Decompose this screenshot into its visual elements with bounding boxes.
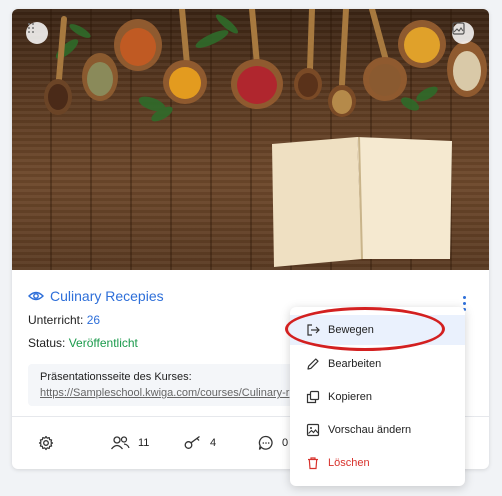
spices-illustration <box>44 9 487 267</box>
users-count: 11 <box>138 436 150 449</box>
menu-item-copy[interactable]: Kopieren <box>290 382 465 412</box>
pencil-icon <box>306 357 320 371</box>
drag-dots-icon <box>28 23 34 33</box>
image-icon <box>306 423 320 437</box>
drag-handle[interactable] <box>26 22 48 44</box>
key-icon <box>184 435 200 449</box>
presentation-label: Präsentationsseite des Kurses: <box>40 371 192 383</box>
change-image-button[interactable] <box>452 22 474 44</box>
menu-item-label: Kopieren <box>328 391 373 403</box>
image-icon <box>452 22 465 35</box>
users-stat[interactable]: 11 <box>110 435 149 450</box>
lessons-label: Unterricht: <box>28 313 84 327</box>
keys-stat[interactable]: 4 <box>184 435 216 450</box>
menu-item-label: Löschen <box>328 457 370 469</box>
eye-icon <box>28 291 44 301</box>
menu-item-edit[interactable]: Bearbeiten <box>290 349 465 379</box>
course-actions-menu: Bewegen Bearbeiten Kopieren Vorschau änd… <box>290 307 465 486</box>
course-title-row[interactable]: Culinary Recepies <box>28 288 164 304</box>
menu-item-label: Bearbeiten <box>328 358 382 370</box>
trash-icon <box>306 456 320 470</box>
status-label: Status: <box>28 336 66 350</box>
lessons-info: Unterricht: 26 <box>28 313 100 327</box>
comment-icon <box>258 435 273 450</box>
users-icon <box>110 436 130 450</box>
status-value: Veröffentlicht <box>68 336 138 350</box>
keys-count: 4 <box>210 436 217 449</box>
comments-count: 0 <box>282 437 289 449</box>
move-icon <box>306 323 320 337</box>
comments-stat[interactable]: 0 <box>258 435 288 451</box>
status-info: Status: Veröffentlicht <box>28 336 138 350</box>
menu-item-change-preview[interactable]: Vorschau ändern <box>290 415 465 445</box>
settings-button[interactable] <box>38 435 54 451</box>
course-title[interactable]: Culinary Recepies <box>50 288 164 304</box>
presentation-link[interactable]: https://Sampleschool.kwiga.com/courses/C… <box>40 387 289 399</box>
presentation-page-box: Präsentationsseite des Kurses: https://S… <box>28 364 328 406</box>
course-cover-image <box>12 9 489 270</box>
menu-item-delete[interactable]: Löschen <box>290 448 465 478</box>
lessons-count: 26 <box>86 313 101 327</box>
menu-item-label: Vorschau ändern <box>328 424 412 436</box>
copy-icon <box>306 390 320 404</box>
gear-icon <box>38 435 54 451</box>
menu-item-label: Bewegen <box>328 324 374 336</box>
menu-item-move[interactable]: Bewegen <box>290 315 465 345</box>
